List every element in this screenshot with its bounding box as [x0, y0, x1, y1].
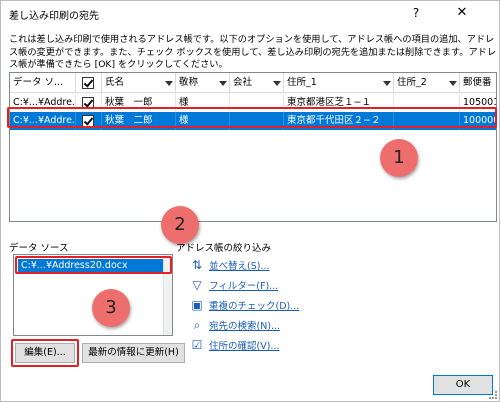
column-header-label: 住所_2 [397, 77, 427, 88]
cell-source: C:¥...¥Addre... [10, 112, 76, 130]
scrollbar[interactable] [163, 255, 172, 335]
chevron-down-icon[interactable] [273, 81, 281, 86]
refresh-button[interactable]: 最新の情報に更新(H) [82, 343, 185, 363]
cell-postal: 100000 [463, 115, 497, 126]
callout-3: 3 [92, 289, 130, 327]
column-header-label: 郵便番 [463, 77, 492, 88]
address-validate-icon: ☑ [191, 338, 203, 352]
cell-address2 [394, 94, 460, 112]
column-header-label: 敬称 [179, 77, 199, 88]
search-icon: ⌕ [193, 318, 201, 332]
close-button[interactable]: ✕ [451, 4, 473, 22]
column-header-label: データ ソ... [13, 77, 64, 88]
validate-link-label: 住所の確認(V)... [209, 341, 280, 352]
column-header-postal[interactable]: 郵便番 [460, 73, 496, 93]
cell-check [76, 94, 102, 112]
column-header-check[interactable] [76, 73, 102, 93]
cell-address2 [394, 112, 460, 130]
resize-grip[interactable] [489, 391, 497, 399]
refine-label: アドレス帳の絞り込み [176, 243, 272, 254]
ok-button[interactable]: OK [433, 375, 493, 395]
column-header-name[interactable]: 氏名 [102, 73, 176, 93]
column-header-company[interactable]: 会社 [230, 73, 284, 93]
cell-check [76, 112, 102, 130]
recipients-table: データ ソ... 氏名 敬称 会社 住所_1 住所_2 郵便番 C:¥...¥A… [9, 72, 497, 222]
filter-link-label: フィルター(F)... [209, 281, 279, 292]
cell-honorific: 様 [176, 94, 230, 112]
duplicate-link-label: 重複のチェック(D)... [209, 301, 300, 312]
title-bar: 差し込み印刷の宛先 ? ✕ [1, 1, 499, 25]
chevron-down-icon[interactable] [219, 81, 227, 86]
chevron-down-icon[interactable] [165, 81, 173, 86]
cell-name: 秋葉 一郎 [102, 94, 176, 112]
cell-postal: 105001 [463, 97, 497, 108]
mail-merge-recipients-dialog: 差し込み印刷の宛先 ? ✕ これは差し込み印刷で使用されるアドレス帳です。以下の… [0, 0, 500, 402]
row-checkbox[interactable] [82, 97, 94, 109]
callout-1: 1 [380, 139, 418, 177]
window-title: 差し込み印刷の宛先 [9, 11, 99, 22]
cell-company [230, 94, 284, 112]
sort-link-label: 並べ替え(S)... [209, 261, 270, 272]
column-header-address2[interactable]: 住所_2 [394, 73, 460, 93]
sort-icon: ⇅ [191, 258, 203, 272]
column-header-honorific[interactable]: 敬称 [176, 73, 230, 93]
cell-honorific: 様 [176, 112, 230, 130]
filter-icon: ▽ [192, 278, 202, 292]
find-link-label: 宛先の検索(N)... [209, 321, 281, 332]
data-source-item[interactable]: C:¥...¥Address20.docx [18, 259, 165, 273]
row-checkbox[interactable] [82, 115, 94, 127]
help-button[interactable]: ? [405, 5, 427, 21]
cell-source: C:¥...¥Addre... [10, 94, 76, 112]
cell-address1: 東京都千代田区２−２ [284, 112, 394, 130]
data-source-label: データ ソース [9, 243, 69, 254]
cell-name: 秋葉 二郎 [102, 112, 176, 130]
column-header-data-source[interactable]: データ ソ... [10, 73, 76, 93]
table-row[interactable]: C:¥...¥Addre... 秋葉 一郎 様 東京都港区芝１−１ 105001 [10, 94, 496, 112]
chevron-down-icon[interactable] [449, 81, 457, 86]
column-header-label: 住所_1 [287, 77, 317, 88]
data-source-list[interactable]: C:¥...¥Address20.docx [13, 254, 173, 336]
description-text: これは差し込み印刷で使用されるアドレス帳です。以下のオプションを使用して、アドレ… [9, 34, 497, 71]
cell-address1: 東京都港区芝１−１ [284, 94, 394, 112]
chevron-down-icon[interactable] [383, 81, 391, 86]
duplicate-icon: ▣ [191, 298, 203, 312]
callout-2: 2 [161, 206, 199, 244]
table-header: データ ソ... 氏名 敬称 会社 住所_1 住所_2 郵便番 [10, 73, 496, 93]
cell-company [230, 112, 284, 130]
table-row-selected[interactable]: C:¥...¥Addre... 秋葉 二郎 様 東京都千代田区２−２ 10000… [10, 112, 496, 130]
column-header-label: 会社 [233, 77, 253, 88]
column-header-label: 氏名 [105, 77, 125, 88]
select-all-checkbox[interactable] [82, 77, 94, 89]
edit-button[interactable]: 編集(E)... [15, 343, 75, 363]
column-header-address1[interactable]: 住所_1 [284, 73, 394, 93]
